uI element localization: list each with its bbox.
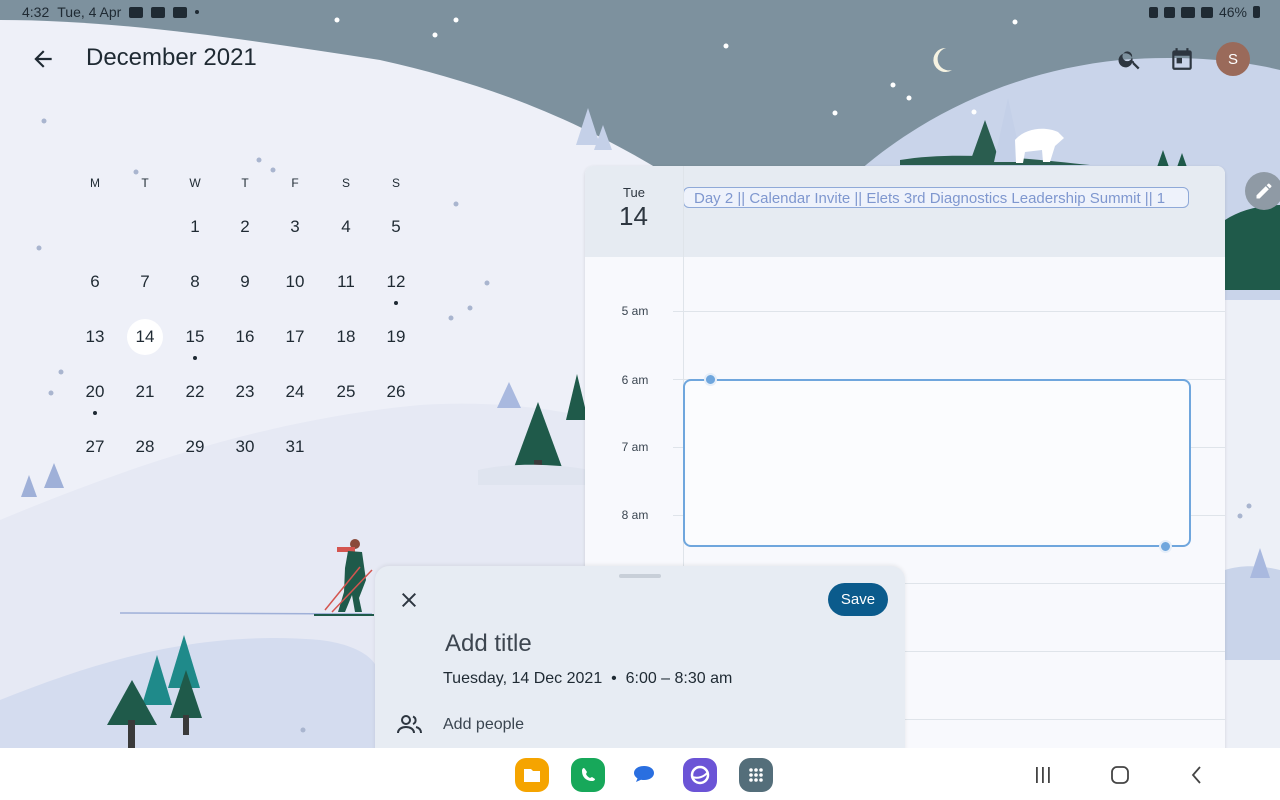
save-button[interactable]: Save <box>828 583 888 616</box>
weekday-fri: F <box>291 176 299 190</box>
apps-drawer-icon[interactable] <box>739 758 773 792</box>
event-indicator-dot <box>93 411 97 415</box>
hour-line-5am <box>673 311 1225 312</box>
account-avatar[interactable]: S <box>1216 42 1250 76</box>
gallery-notification-icon <box>129 6 144 18</box>
weekday-sat: S <box>341 176 350 190</box>
day-cell[interactable]: 17 <box>275 319 315 355</box>
day-cell[interactable]: 16 <box>225 319 265 355</box>
calendar-today-icon[interactable] <box>1169 46 1195 72</box>
wifi-icon <box>1180 6 1195 18</box>
day-cell-today[interactable]: 14 <box>127 319 163 355</box>
day-weekday: Tue <box>623 185 645 200</box>
weekday-thu: T <box>241 176 249 190</box>
pencil-icon <box>1256 183 1272 199</box>
sheet-drag-handle[interactable] <box>619 574 661 578</box>
battery-percent: 46% <box>1218 4 1247 20</box>
day-cell[interactable]: 13 <box>75 319 115 355</box>
event-datetime[interactable]: Tuesday, 14 Dec 2021 • 6:00 – 8:30 am <box>443 670 732 688</box>
day-cell[interactable]: 2 <box>225 209 265 245</box>
day-cell[interactable]: 28 <box>125 429 165 465</box>
avatar-initial: S <box>1227 50 1238 68</box>
day-cell[interactable]: 4 <box>326 209 366 245</box>
status-left: 4:32 Tue, 4 Apr <box>22 4 200 20</box>
weekday-mon: M <box>90 176 100 190</box>
signal-icon <box>1200 6 1213 18</box>
event-start-handle[interactable] <box>704 373 717 386</box>
more-notifications-icon <box>195 10 200 14</box>
event-end-handle[interactable] <box>1159 540 1172 553</box>
edit-fab[interactable] <box>1245 172 1280 210</box>
day-cell[interactable]: 20 <box>75 374 115 410</box>
hour-label-5am: 5 am <box>621 304 649 318</box>
weekday-wed: W <box>189 176 201 190</box>
day-header <box>585 166 1225 257</box>
day-cell[interactable]: 10 <box>275 264 315 300</box>
nav-back-icon[interactable] <box>1185 764 1209 786</box>
day-cell[interactable]: 8 <box>175 264 215 300</box>
day-cell[interactable]: 21 <box>125 374 165 410</box>
weekday-tue: T <box>141 176 149 190</box>
internet-app-icon[interactable] <box>683 758 717 792</box>
battery-icon <box>1253 6 1260 18</box>
new-event-block[interactable] <box>683 379 1191 547</box>
messages-app-icon[interactable] <box>627 758 661 792</box>
status-bar: 4:32 Tue, 4 Apr 46% <box>0 0 1280 24</box>
day-cell[interactable]: 9 <box>225 264 265 300</box>
people-icon <box>397 715 422 734</box>
day-cell[interactable]: 29 <box>175 429 215 465</box>
all-day-event[interactable]: Day 2 || Calendar Invite || Elets 3rd Di… <box>683 187 1189 208</box>
status-date: Tue, 4 Apr <box>57 4 122 20</box>
event-indicator-dot <box>394 301 398 305</box>
day-cell[interactable]: 5 <box>376 209 416 245</box>
alarm-icon <box>1148 6 1158 18</box>
close-icon[interactable] <box>397 588 421 612</box>
event-title-input[interactable] <box>443 626 867 662</box>
back-arrow-icon[interactable] <box>30 46 56 72</box>
day-cell[interactable]: 11 <box>326 264 366 300</box>
hour-label-6am: 6 am <box>621 373 649 387</box>
day-cell[interactable]: 23 <box>225 374 265 410</box>
navigation-bar <box>0 748 1280 800</box>
files-app-icon[interactable] <box>515 758 549 792</box>
day-cell[interactable]: 24 <box>275 374 315 410</box>
day-cell[interactable]: 26 <box>376 374 416 410</box>
day-cell[interactable]: 6 <box>75 264 115 300</box>
day-cell[interactable]: 19 <box>376 319 416 355</box>
youtube-notification-icon <box>151 6 166 18</box>
day-cell[interactable]: 12 <box>376 264 416 300</box>
mute-icon <box>1163 6 1175 18</box>
add-people-field[interactable]: Add people <box>443 716 524 734</box>
day-cell[interactable]: 15 <box>175 319 215 355</box>
hour-label-7am: 7 am <box>621 440 649 454</box>
event-indicator-dot <box>193 356 197 360</box>
status-right: 46% <box>1148 4 1260 20</box>
youtube-notification-icon-2 <box>173 6 188 18</box>
hour-label-8am: 8 am <box>621 508 649 522</box>
search-icon[interactable] <box>1117 46 1143 72</box>
day-cell[interactable]: 25 <box>326 374 366 410</box>
weekday-sun: S <box>391 176 400 190</box>
day-cell[interactable]: 18 <box>326 319 366 355</box>
day-cell[interactable]: 22 <box>175 374 215 410</box>
phone-app-icon[interactable] <box>571 758 605 792</box>
recent-apps-icon[interactable] <box>1031 764 1055 786</box>
day-cell[interactable]: 1 <box>175 209 215 245</box>
day-cell[interactable]: 27 <box>75 429 115 465</box>
day-cell[interactable]: 7 <box>125 264 165 300</box>
day-cell[interactable]: 31 <box>275 429 315 465</box>
day-cell[interactable]: 3 <box>275 209 315 245</box>
status-time: 4:32 <box>22 4 50 20</box>
day-cell[interactable]: 30 <box>225 429 265 465</box>
quick-create-sheet: Save Tuesday, 14 Dec 2021 • 6:00 – 8:30 … <box>375 566 905 766</box>
home-icon[interactable] <box>1108 764 1132 786</box>
day-number[interactable]: 14 <box>619 201 648 232</box>
month-title[interactable]: December 2021 <box>86 44 257 72</box>
